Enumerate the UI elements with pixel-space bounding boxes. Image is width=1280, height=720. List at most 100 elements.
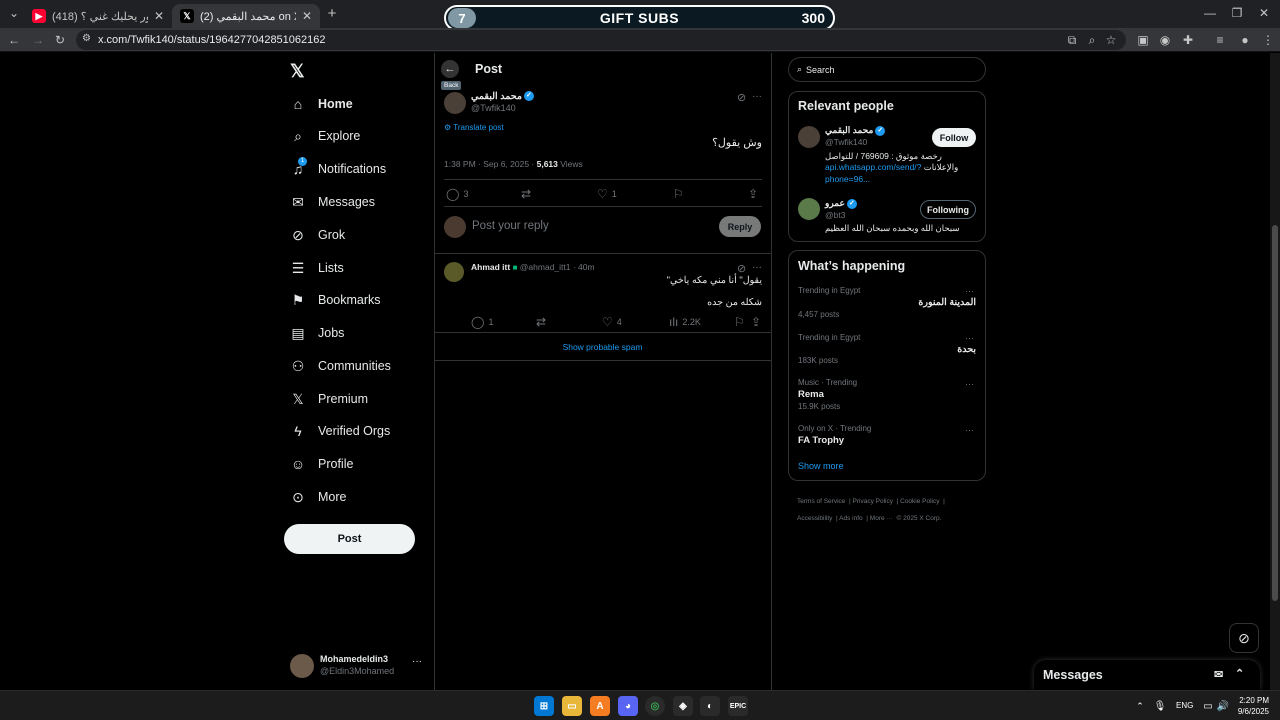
tray-chevron-icon[interactable]: ⌃ xyxy=(1130,696,1150,716)
chevron-up-icon[interactable]: ⌃ xyxy=(1235,667,1244,680)
footer-accessibility-link[interactable]: Accessibility xyxy=(797,515,832,522)
nav-notifications[interactable]: ♫ 1 Notifications xyxy=(290,155,386,183)
avatar[interactable] xyxy=(444,262,464,282)
maximize-icon[interactable]: ❐ xyxy=(1227,3,1247,23)
trend-item[interactable]: Trending in Egypt ··· المدينة المنورة 4,… xyxy=(789,284,985,328)
trend-item[interactable]: Music · Trending ··· Rema 15.9K posts xyxy=(789,377,985,421)
translate-post-link[interactable]: ⚙ Translate post xyxy=(444,123,504,132)
back-arrow-icon[interactable]: ← xyxy=(4,30,24,50)
footer-cookie-link[interactable]: Cookie Policy xyxy=(900,498,939,505)
tab-youtube[interactable]: ▶ هل نبع التمور يحليك غني ؟ (418) ✕ xyxy=(24,4,172,28)
footer-terms-link[interactable]: Terms of Service xyxy=(797,498,845,505)
nav-messages[interactable]: ✉ Messages xyxy=(290,188,375,216)
nav-communities[interactable]: ⚇ Communities xyxy=(290,352,391,380)
nav-verified-orgs[interactable]: ϟ Verified Orgs xyxy=(290,417,390,445)
app-icon[interactable]: ◐ xyxy=(700,696,720,716)
more-dots-icon[interactable]: ··· xyxy=(965,333,974,343)
profile-avatar-icon[interactable]: ● xyxy=(1235,30,1255,50)
reply-author[interactable]: Ahmad itt ■ @ahmad_itt1 · 40m xyxy=(471,262,595,272)
window-close-icon[interactable]: ✕ xyxy=(1254,3,1274,23)
like-action[interactable]: ♡ 4 xyxy=(602,315,622,329)
bookmark-action[interactable]: ⚐ xyxy=(734,315,749,329)
compose-post-button[interactable]: Post xyxy=(284,524,415,554)
grok-icon[interactable]: ⊘ xyxy=(737,262,746,275)
nav-profile[interactable]: ☺ Profile xyxy=(290,450,354,478)
share-action[interactable]: ⇪ xyxy=(748,187,762,201)
forward-arrow-icon[interactable]: → xyxy=(28,30,48,50)
post-author-name[interactable]: محمد البقمي ✓ xyxy=(471,91,534,102)
more-dots-icon[interactable]: ··· xyxy=(752,91,762,102)
page-scrollbar[interactable] xyxy=(1270,53,1280,690)
new-tab-button[interactable]: + xyxy=(322,3,342,23)
footer-ads-link[interactable]: Ads info xyxy=(839,515,863,522)
bio-link-cont[interactable]: phone=96... xyxy=(825,174,870,184)
repost-action[interactable]: ⇄ xyxy=(521,187,535,201)
reply-action[interactable]: ◯ 1 xyxy=(471,315,493,329)
nav-grok[interactable]: ⊘ Grok xyxy=(290,221,345,249)
epic-games-icon[interactable]: EPIC xyxy=(728,696,748,716)
clock[interactable]: 2:20 PM 9/6/2025 xyxy=(1233,695,1269,717)
footer-more-link[interactable]: More ··· xyxy=(870,515,893,522)
app-icon[interactable]: ◈ xyxy=(673,696,693,716)
more-dots-icon[interactable]: ··· xyxy=(412,656,422,667)
reload-icon[interactable]: ↻ xyxy=(50,30,70,50)
tab-search-icon[interactable]: ⌄ xyxy=(4,3,24,23)
reply-button[interactable]: Reply xyxy=(719,216,761,237)
messages-drawer[interactable]: Messages ✉ ⌃ xyxy=(1034,660,1260,690)
extension-icon[interactable]: ▣ xyxy=(1133,30,1153,50)
avatar[interactable] xyxy=(798,198,820,220)
start-icon[interactable]: ⊞ xyxy=(534,696,554,716)
bio-link[interactable]: api.whatsapp.com/send/? xyxy=(825,162,921,172)
nav-lists[interactable]: ☰ Lists xyxy=(290,254,344,282)
close-icon[interactable]: ✕ xyxy=(302,9,312,23)
x-logo-icon[interactable]: 𝕏 xyxy=(290,61,305,82)
install-icon[interactable]: ⧉ xyxy=(1062,30,1082,50)
site-info-icon[interactable]: ⚙ xyxy=(82,33,91,44)
zoom-icon[interactable]: ⌕ xyxy=(1082,30,1102,50)
reply-input[interactable]: Post your reply xyxy=(472,220,549,232)
person-name[interactable]: عمرو ✓ xyxy=(825,198,857,209)
close-icon[interactable]: ✕ xyxy=(154,9,164,23)
minimize-icon[interactable]: — xyxy=(1200,3,1220,23)
share-action[interactable]: ⇪ xyxy=(751,315,765,329)
file-explorer-icon[interactable]: ▭ xyxy=(562,696,582,716)
more-dots-icon[interactable]: ··· xyxy=(965,286,974,296)
bookmark-action[interactable]: ⚐ xyxy=(673,187,688,201)
app-icon[interactable]: A xyxy=(590,696,610,716)
trend-item[interactable]: Only on X · Trending ··· FA Trophy xyxy=(789,423,985,453)
nav-jobs[interactable]: ▤ Jobs xyxy=(290,319,344,347)
menu-kebab-icon[interactable]: ⋮ xyxy=(1258,30,1278,50)
nav-premium[interactable]: 𝕏 Premium xyxy=(290,385,368,413)
reply-action[interactable]: ◯ 3 xyxy=(446,187,468,201)
puzzle-icon[interactable]: ✚ xyxy=(1178,30,1198,50)
new-message-icon[interactable]: ✉ xyxy=(1214,668,1223,681)
back-button[interactable]: ← xyxy=(441,60,459,78)
trend-item[interactable]: Trending in Egypt ··· بحدة 183K posts xyxy=(789,331,985,375)
nav-explore[interactable]: ⌕ Explore xyxy=(290,122,360,150)
avatar[interactable] xyxy=(444,92,466,114)
nav-bookmarks[interactable]: ⚑ Bookmarks xyxy=(290,286,381,314)
scrollbar-thumb[interactable] xyxy=(1272,225,1278,601)
media-icon[interactable]: ≡ xyxy=(1210,30,1230,50)
nav-home[interactable]: ⌂ Home xyxy=(290,90,353,118)
show-more-link[interactable]: Show more xyxy=(798,461,844,471)
show-spam-link[interactable]: Show probable spam xyxy=(434,342,771,352)
more-dots-icon[interactable]: ··· xyxy=(965,425,974,435)
grok-floating-button[interactable]: ⊘ xyxy=(1229,623,1259,653)
post-author-handle[interactable]: @Twfik140 xyxy=(471,103,516,113)
chrome-icon[interactable]: ◎ xyxy=(645,696,665,716)
tab-x-post[interactable]: 𝕏 محمد البقمي (2) on X: "@bt3 ✕ xyxy=(172,4,320,28)
address-bar[interactable]: ⚙ x.com/Twfik140/status/1964277042851062… xyxy=(76,30,1126,50)
avatar[interactable] xyxy=(798,126,820,148)
views-action[interactable]: ılı 2.2K xyxy=(669,315,701,329)
repost-action[interactable]: ⇄ xyxy=(536,315,550,329)
search-input[interactable]: ⌕ Search xyxy=(788,57,986,82)
language-indicator[interactable]: ENG xyxy=(1176,701,1193,710)
account-switcher[interactable]: Mohamedeldin3 @Eldin3Mohamed ··· xyxy=(286,650,426,682)
follow-button[interactable]: Follow xyxy=(932,128,976,147)
person-name[interactable]: محمد البقمي ✓ xyxy=(825,125,886,136)
volume-icon[interactable]: 🔊 xyxy=(1213,696,1233,716)
more-dots-icon[interactable]: ··· xyxy=(752,262,762,273)
discord-icon[interactable]: ◕ xyxy=(618,696,638,716)
more-dots-icon[interactable]: ··· xyxy=(965,379,974,389)
